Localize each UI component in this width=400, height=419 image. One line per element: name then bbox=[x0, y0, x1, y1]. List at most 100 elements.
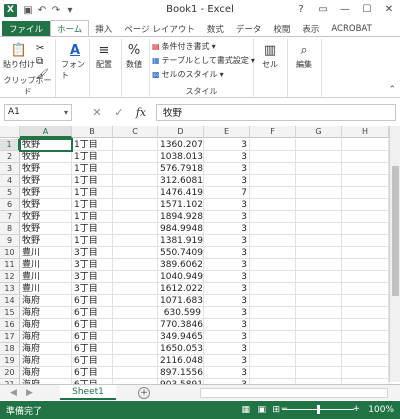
empty-cell[interactable] bbox=[250, 283, 296, 295]
empty-cell[interactable] bbox=[250, 247, 296, 259]
empty-cell[interactable] bbox=[113, 355, 158, 367]
cell-d[interactable]: 630.599 bbox=[158, 307, 204, 319]
empty-cell[interactable] bbox=[296, 283, 342, 295]
cell-a[interactable]: 豊川 bbox=[20, 259, 72, 271]
cell-e[interactable]: 3 bbox=[204, 175, 250, 187]
cells-button[interactable]: ▥ セル bbox=[261, 41, 279, 70]
cell-d[interactable]: 576.7918 bbox=[158, 163, 204, 175]
empty-cell[interactable] bbox=[250, 163, 296, 175]
cell-a[interactable]: 牧野 bbox=[20, 163, 72, 175]
number-button[interactable]: % 数値 bbox=[125, 41, 143, 70]
cell-a[interactable]: 牧野 bbox=[20, 175, 72, 187]
cell-b[interactable]: 6丁目 bbox=[72, 307, 113, 319]
empty-cell[interactable] bbox=[250, 151, 296, 163]
empty-cell[interactable] bbox=[296, 367, 342, 379]
empty-cell[interactable] bbox=[113, 139, 158, 151]
cell-e[interactable]: 3 bbox=[204, 307, 250, 319]
row-header[interactable]: 13 bbox=[0, 283, 20, 295]
cell-b[interactable]: 1丁目 bbox=[72, 235, 113, 247]
cell-b[interactable]: 6丁目 bbox=[72, 319, 113, 331]
cell-e[interactable]: 7 bbox=[204, 187, 250, 199]
cell-b[interactable]: 6丁目 bbox=[72, 367, 113, 379]
cell-e[interactable]: 3 bbox=[204, 295, 250, 307]
row-header[interactable]: 19 bbox=[0, 355, 20, 367]
tab-review[interactable]: 校閲 bbox=[267, 21, 296, 36]
empty-cell[interactable] bbox=[113, 199, 158, 211]
cell-d[interactable]: 1038.013 bbox=[158, 151, 204, 163]
empty-cell[interactable] bbox=[113, 331, 158, 343]
cell-a[interactable]: 海府 bbox=[20, 295, 72, 307]
row-header[interactable]: 9 bbox=[0, 235, 20, 247]
cell-d[interactable]: 349.9465 bbox=[158, 331, 204, 343]
column-header-f[interactable]: F bbox=[250, 126, 296, 138]
row-header[interactable]: 17 bbox=[0, 331, 20, 343]
cancel-icon[interactable]: ✕ bbox=[86, 106, 108, 119]
tab-home[interactable]: ホーム bbox=[50, 20, 90, 36]
paste-button[interactable]: 📋 貼り付け bbox=[3, 41, 35, 70]
tab-insert[interactable]: 挿入 bbox=[89, 21, 118, 36]
row-header[interactable]: 16 bbox=[0, 319, 20, 331]
empty-cell[interactable] bbox=[296, 331, 342, 343]
empty-cell[interactable] bbox=[113, 211, 158, 223]
page-break-view-icon[interactable]: ⊞ bbox=[272, 405, 280, 415]
empty-cell[interactable] bbox=[113, 319, 158, 331]
cell-a[interactable]: 海府 bbox=[20, 367, 72, 379]
cell-a[interactable]: 牧野 bbox=[20, 199, 72, 211]
maximize-icon[interactable]: ☐ bbox=[356, 0, 378, 18]
cell-d[interactable]: 389.6062 bbox=[158, 259, 204, 271]
empty-cell[interactable] bbox=[342, 235, 389, 247]
empty-cell[interactable] bbox=[113, 163, 158, 175]
select-all-corner[interactable] bbox=[0, 126, 20, 138]
cell-a[interactable]: 海府 bbox=[20, 319, 72, 331]
empty-cell[interactable] bbox=[250, 271, 296, 283]
empty-cell[interactable] bbox=[296, 199, 342, 211]
vertical-scroll-thumb[interactable] bbox=[392, 166, 399, 296]
cell-d[interactable]: 1040.949 bbox=[158, 271, 204, 283]
cell-d[interactable]: 984.9948 bbox=[158, 223, 204, 235]
column-header-h[interactable]: H bbox=[342, 126, 389, 138]
empty-cell[interactable] bbox=[296, 175, 342, 187]
save-icon[interactable]: ▣ bbox=[21, 3, 35, 17]
cell-e[interactable]: 3 bbox=[204, 139, 250, 151]
empty-cell[interactable] bbox=[342, 271, 389, 283]
cell-a[interactable]: 海府 bbox=[20, 307, 72, 319]
cell-d[interactable]: 1650.053 bbox=[158, 343, 204, 355]
cell-e[interactable]: 3 bbox=[204, 343, 250, 355]
row-header[interactable]: 6 bbox=[0, 199, 20, 211]
cell-a[interactable]: 豊川 bbox=[20, 271, 72, 283]
cell-b[interactable]: 1丁目 bbox=[72, 211, 113, 223]
column-header-a[interactable]: A bbox=[20, 126, 72, 138]
cell-e[interactable]: 3 bbox=[204, 199, 250, 211]
empty-cell[interactable] bbox=[342, 331, 389, 343]
conditional-format-button[interactable]: ▤ 条件付き書式 ▾ bbox=[152, 41, 216, 52]
cell-a[interactable]: 海府 bbox=[20, 343, 72, 355]
cell-a[interactable]: 海府 bbox=[20, 331, 72, 343]
empty-cell[interactable] bbox=[342, 223, 389, 235]
column-header-d[interactable]: D bbox=[158, 126, 204, 138]
formula-input[interactable]: 牧野 bbox=[156, 103, 396, 121]
row-header[interactable]: 15 bbox=[0, 307, 20, 319]
empty-cell[interactable] bbox=[342, 151, 389, 163]
empty-cell[interactable] bbox=[113, 247, 158, 259]
empty-cell[interactable] bbox=[296, 211, 342, 223]
horizontal-scrollbar[interactable] bbox=[200, 388, 388, 398]
normal-view-icon[interactable]: ▦ bbox=[241, 405, 250, 415]
empty-cell[interactable] bbox=[296, 163, 342, 175]
column-header-b[interactable]: B bbox=[72, 126, 113, 138]
empty-cell[interactable] bbox=[250, 343, 296, 355]
edit-button[interactable]: ⌕ 編集 bbox=[295, 41, 313, 70]
cell-d[interactable]: 312.6081 bbox=[158, 175, 204, 187]
zoom-slider-knob[interactable] bbox=[317, 405, 320, 414]
empty-cell[interactable] bbox=[342, 259, 389, 271]
cell-style-button[interactable]: ▩ セルのスタイル ▾ bbox=[152, 69, 224, 80]
row-header[interactable]: 1 bbox=[0, 139, 20, 151]
cell-a[interactable]: 牧野 bbox=[20, 235, 72, 247]
cell-d[interactable]: 1571.102 bbox=[158, 199, 204, 211]
add-sheet-button[interactable]: + bbox=[138, 386, 150, 399]
cell-d[interactable]: 1071.683 bbox=[158, 295, 204, 307]
cell-b[interactable]: 1丁目 bbox=[72, 151, 113, 163]
empty-cell[interactable] bbox=[296, 247, 342, 259]
alignment-button[interactable]: ≡ 配置 bbox=[95, 41, 113, 70]
minimize-icon[interactable]: — bbox=[334, 0, 356, 18]
empty-cell[interactable] bbox=[342, 199, 389, 211]
